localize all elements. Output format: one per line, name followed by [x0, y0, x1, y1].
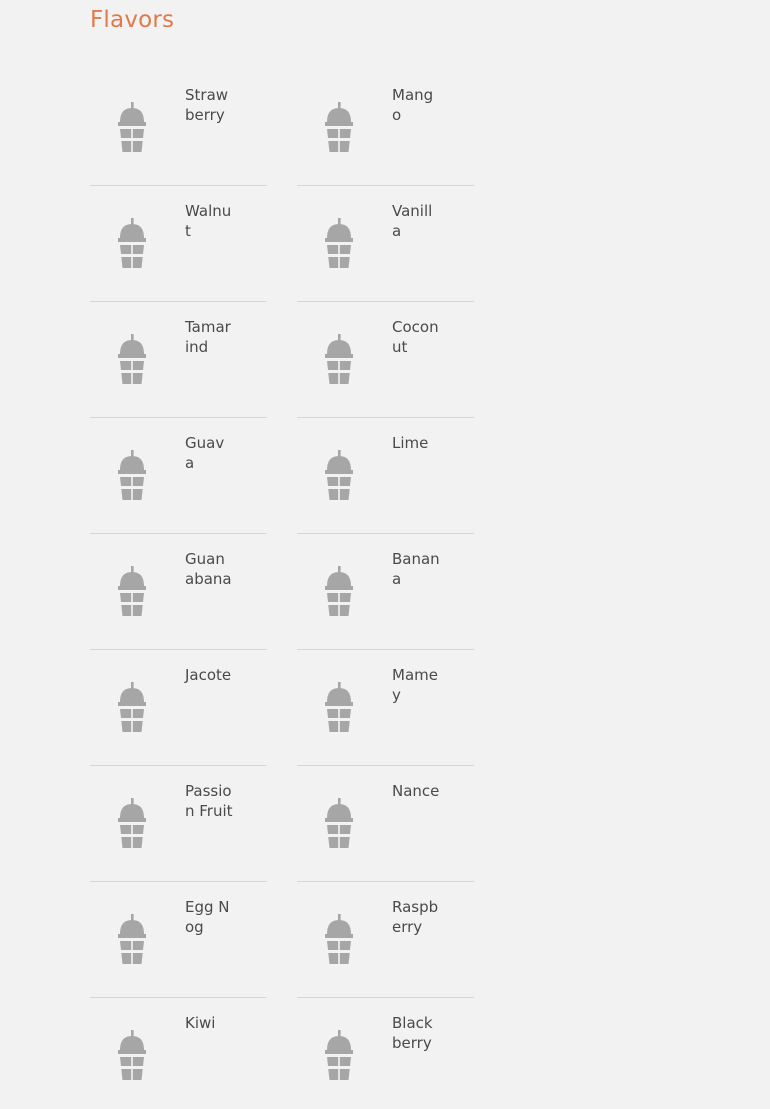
flavor-item-coconut[interactable]: Coconut — [297, 302, 474, 418]
flavor-name: Mango — [392, 86, 434, 124]
flavor-item-egg-nog[interactable]: Egg Nog — [90, 882, 267, 998]
smoothie-cup-icon — [116, 334, 148, 386]
flavor-item-banana[interactable]: Banana — [297, 534, 474, 650]
flavor-name: Guanabana — [185, 550, 232, 588]
smoothie-cup-icon — [116, 682, 148, 734]
smoothie-cup-icon — [116, 102, 148, 154]
section-title: Flavors — [90, 7, 175, 33]
flavor-name: Lime — [392, 434, 429, 452]
flavor-name: Tamarind — [185, 318, 231, 356]
flavor-name: Passion Fruit — [185, 782, 233, 820]
flavor-name: Raspberry — [392, 898, 439, 936]
smoothie-cup-icon — [323, 450, 355, 502]
flavor-item-strawberry[interactable]: Strawberry — [90, 70, 267, 186]
flavor-name: Strawberry — [185, 86, 229, 124]
smoothie-cup-icon — [323, 798, 355, 850]
smoothie-cup-icon — [116, 218, 148, 270]
flavor-grid: Strawberry Mango Walnut Vanilla Tamarind… — [90, 70, 474, 1109]
flavor-name: Vanilla — [392, 202, 433, 240]
smoothie-cup-icon — [116, 450, 148, 502]
flavor-item-tamarind[interactable]: Tamarind — [90, 302, 267, 418]
smoothie-cup-icon — [116, 1030, 148, 1082]
flavor-item-walnut[interactable]: Walnut — [90, 186, 267, 302]
flavor-item-mamey[interactable]: Mamey — [297, 650, 474, 766]
flavor-name: Blackberry — [392, 1014, 433, 1052]
smoothie-cup-icon — [323, 334, 355, 386]
flavor-name: Jacote — [185, 666, 232, 684]
smoothie-cup-icon — [323, 218, 355, 270]
flavor-item-blackberry[interactable]: Blackberry — [297, 998, 474, 1109]
flavor-name: Banana — [392, 550, 440, 588]
flavor-item-mango[interactable]: Mango — [297, 70, 474, 186]
flavor-name: Mamey — [392, 666, 438, 704]
flavor-name: Guava — [185, 434, 225, 472]
smoothie-cup-icon — [323, 566, 355, 618]
smoothie-cup-icon — [323, 102, 355, 154]
flavor-name: Walnut — [185, 202, 232, 240]
flavor-item-kiwi[interactable]: Kiwi — [90, 998, 267, 1109]
smoothie-cup-icon — [323, 1030, 355, 1082]
flavor-item-raspberry[interactable]: Raspberry — [297, 882, 474, 998]
smoothie-cup-icon — [116, 566, 148, 618]
flavors-page: Flavors Strawberry Mango Walnut Vanilla … — [0, 0, 770, 1109]
flavor-name: Kiwi — [185, 1014, 216, 1032]
flavor-item-lime[interactable]: Lime — [297, 418, 474, 534]
smoothie-cup-icon — [116, 914, 148, 966]
smoothie-cup-icon — [323, 682, 355, 734]
flavor-name: Coconut — [392, 318, 439, 356]
flavor-name: Nance — [392, 782, 440, 800]
flavor-item-vanilla[interactable]: Vanilla — [297, 186, 474, 302]
flavor-name: Egg Nog — [185, 898, 230, 936]
flavor-item-nance[interactable]: Nance — [297, 766, 474, 882]
smoothie-cup-icon — [323, 914, 355, 966]
flavor-item-passion-fruit[interactable]: Passion Fruit — [90, 766, 267, 882]
smoothie-cup-icon — [116, 798, 148, 850]
flavor-item-jacote[interactable]: Jacote — [90, 650, 267, 766]
flavor-item-guanabana[interactable]: Guanabana — [90, 534, 267, 650]
flavor-item-guava[interactable]: Guava — [90, 418, 267, 534]
